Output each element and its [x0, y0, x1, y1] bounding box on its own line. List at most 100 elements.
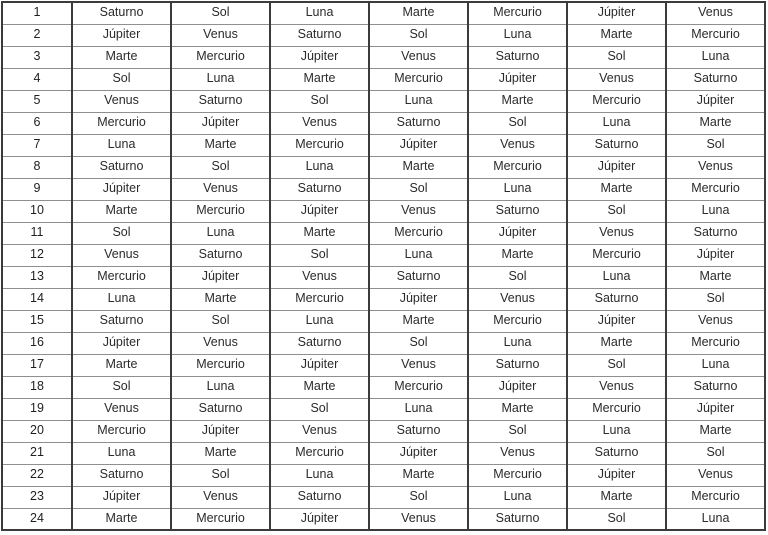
row-index-cell: 19 [1, 397, 73, 421]
planet-cell: Luna [566, 419, 667, 443]
table-row: 16 Júpiter Venus Saturno Sol Luna Marte Mercuri… [1, 331, 766, 355]
planet-cell: Saturno [665, 375, 766, 399]
planet-cell: Mercurio [467, 1, 568, 25]
planet-cell: Mercurio [170, 45, 271, 69]
planet-cell: Marte [467, 89, 568, 113]
planet-cell: Sol [368, 331, 469, 355]
planet-cell: Júpiter [368, 441, 469, 465]
planet-cell: Marte [368, 309, 469, 333]
table-row: 9 Júpiter Venus Saturno Sol Luna Marte Mercurio [1, 177, 766, 201]
table-row: 6 Mercurio Júpiter Venus Saturno Sol Luna Marte [1, 111, 766, 135]
planet-cell: Júpiter [170, 419, 271, 443]
row-index-cell: 2 [1, 23, 73, 47]
planet-cell: Venus [665, 1, 766, 25]
planet-cell: Venus [170, 177, 271, 201]
planet-cell: Saturno [566, 133, 667, 157]
row-index-cell: 15 [1, 309, 73, 333]
planet-cell: Saturno [170, 243, 271, 267]
planet-cell: Mercurio [368, 375, 469, 399]
planet-cell: Venus [71, 89, 172, 113]
planet-cell: Saturno [269, 177, 370, 201]
planet-cell: Sol [665, 441, 766, 465]
planet-cell: Luna [71, 287, 172, 311]
row-index-cell: 6 [1, 111, 73, 135]
planet-cell: Júpiter [71, 177, 172, 201]
planet-cell: Sol [71, 67, 172, 91]
planet-cell: Luna [467, 177, 568, 201]
planet-cell: Saturno [566, 441, 667, 465]
planet-cell: Júpiter [269, 353, 370, 377]
planet-cell: Venus [269, 419, 370, 443]
planet-cell: Venus [665, 463, 766, 487]
planet-cell: Venus [467, 133, 568, 157]
planet-cell: Júpiter [566, 309, 667, 333]
planet-cell: Luna [566, 111, 667, 135]
planet-cell: Luna [170, 67, 271, 91]
planet-cell: Sol [170, 1, 271, 25]
table-row: 12 Venus Saturno Sol Luna Marte Mercurio Júpite… [1, 243, 766, 267]
row-index-cell: 17 [1, 353, 73, 377]
planet-cell: Júpiter [566, 463, 667, 487]
planet-cell: Sol [170, 463, 271, 487]
planet-cell: Sol [170, 155, 271, 179]
planet-cell: Júpiter [71, 485, 172, 509]
planet-cell: Saturno [467, 199, 568, 223]
table-row: 18 Sol Luna Marte Mercurio Júpiter Venus Saturn… [1, 375, 766, 399]
planet-cell: Sol [467, 111, 568, 135]
planet-cell: Sol [71, 221, 172, 245]
planet-cell: Sol [269, 89, 370, 113]
row-index-cell: 23 [1, 485, 73, 509]
planet-cell: Luna [269, 1, 370, 25]
planet-cell: Mercurio [71, 419, 172, 443]
planet-cell: Mercurio [368, 67, 469, 91]
row-index-cell: 20 [1, 419, 73, 443]
planet-cell: Venus [368, 199, 469, 223]
planet-cell: Mercurio [665, 485, 766, 509]
planet-cell: Sol [368, 485, 469, 509]
row-index-cell: 7 [1, 133, 73, 157]
planet-cell: Venus [566, 221, 667, 245]
planet-cell: Mercurio [566, 243, 667, 267]
planet-cell: Luna [368, 397, 469, 421]
planet-cell: Júpiter [269, 507, 370, 531]
planet-cell: Marte [566, 331, 667, 355]
planet-cell: Venus [467, 287, 568, 311]
planet-cell: Luna [269, 309, 370, 333]
planet-cell: Marte [269, 221, 370, 245]
planet-cell: Sol [170, 309, 271, 333]
planet-cell: Marte [71, 45, 172, 69]
planet-cell: Venus [368, 507, 469, 531]
planet-cell: Venus [170, 23, 271, 47]
planet-cell: Marte [71, 353, 172, 377]
planet-cell: Júpiter [269, 199, 370, 223]
planet-cell: Luna [665, 45, 766, 69]
planet-cell: Saturno [368, 265, 469, 289]
row-index-cell: 13 [1, 265, 73, 289]
planet-cell: Luna [467, 331, 568, 355]
planet-cell: Venus [467, 441, 568, 465]
planet-cell: Saturno [269, 23, 370, 47]
planet-cell: Júpiter [665, 397, 766, 421]
planet-cell: Luna [368, 243, 469, 267]
table-row: 21 Luna Marte Mercurio Júpiter Venus Saturno So… [1, 441, 766, 465]
planet-cell: Marte [368, 1, 469, 25]
table-row: 23 Júpiter Venus Saturno Sol Luna Marte Mercuri… [1, 485, 766, 509]
planet-cell: Mercurio [269, 441, 370, 465]
row-index-cell: 5 [1, 89, 73, 113]
planet-cell: Saturno [368, 419, 469, 443]
planet-cell: Júpiter [467, 375, 568, 399]
planet-cell: Marte [566, 177, 667, 201]
planet-cell: Mercurio [566, 397, 667, 421]
planet-cell: Sol [467, 265, 568, 289]
planet-cell: Júpiter [566, 155, 667, 179]
planet-cell: Venus [170, 331, 271, 355]
row-index-cell: 10 [1, 199, 73, 223]
planet-cell: Luna [170, 221, 271, 245]
planet-cell: Júpiter [665, 243, 766, 267]
planet-cell: Luna [467, 23, 568, 47]
table-row: 7 Luna Marte Mercurio Júpiter Venus Saturno Sol [1, 133, 766, 157]
planet-cell: Marte [368, 155, 469, 179]
planet-cell: Júpiter [665, 89, 766, 113]
planet-cell: Saturno [71, 155, 172, 179]
planet-cell: Sol [71, 375, 172, 399]
